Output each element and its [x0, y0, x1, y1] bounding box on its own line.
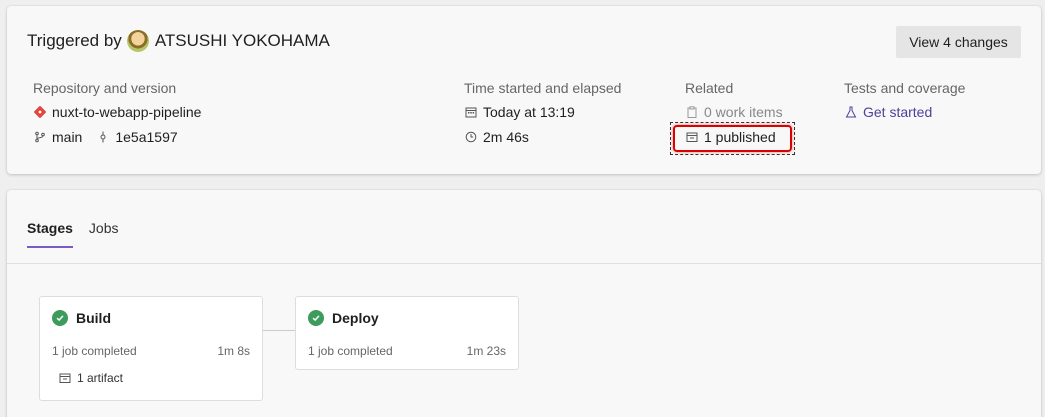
stage-meta: 1 job completed 1m 8s [52, 344, 250, 358]
branch-name[interactable]: main [52, 129, 82, 145]
tab-divider [7, 263, 1041, 264]
repository-label: Repository and version [33, 80, 177, 96]
commit-icon [96, 130, 110, 144]
stage-duration: 1m 23s [466, 344, 506, 358]
stage-name: Build [76, 310, 111, 326]
artifact-icon [58, 371, 72, 385]
get-started-link[interactable]: Get started [844, 103, 965, 121]
stages-card: Stages Jobs Build 1 job completed 1m 8s … [7, 190, 1041, 417]
stage-name: Deploy [332, 310, 379, 326]
repo-name: nuxt-to-webapp-pipeline [52, 104, 202, 120]
flask-icon [844, 105, 858, 119]
stage-header: Build [52, 310, 111, 326]
published-highlight-box [673, 125, 792, 152]
tab-bar: Stages Jobs [27, 220, 135, 248]
artifact-count: 1 artifact [77, 371, 124, 385]
stage-header: Deploy [308, 310, 379, 326]
stage-duration: 1m 8s [217, 344, 250, 358]
git-repo-icon [33, 105, 47, 119]
clock-icon [464, 130, 478, 144]
stage-status: 1 job completed [52, 344, 137, 358]
triggered-by-title: Triggered by ATSUSHI YOKOHAMA [27, 30, 330, 52]
clipboard-icon [685, 105, 699, 119]
started-row: Today at 13:19 [464, 103, 621, 121]
run-summary-card: Triggered by ATSUSHI YOKOHAMA View 4 cha… [7, 6, 1041, 174]
work-items-count: 0 work items [704, 104, 783, 120]
started-time: Today at 13:19 [483, 104, 575, 120]
tests-column: Tests and coverage Get started [844, 80, 965, 121]
repo-link[interactable]: nuxt-to-webapp-pipeline [33, 103, 201, 121]
stage-meta: 1 job completed 1m 23s [308, 344, 506, 358]
elapsed-row: 2m 46s [464, 128, 621, 146]
stage-connector [263, 330, 295, 331]
triggered-by-prefix: Triggered by [27, 31, 122, 50]
related-label: Related [685, 80, 734, 96]
repository-column: Repository and version nuxt-to-webapp-pi… [33, 80, 201, 146]
commit-id[interactable]: 1e5a1597 [115, 129, 177, 145]
time-column: Time started and elapsed Today at 13:19 … [464, 80, 621, 146]
branch-icon [33, 130, 47, 144]
stage-card-deploy[interactable]: Deploy 1 job completed 1m 23s [295, 296, 519, 370]
work-items-link[interactable]: 0 work items [685, 103, 783, 121]
success-check-icon [52, 310, 68, 326]
tab-stages[interactable]: Stages [27, 220, 73, 248]
tests-label: Tests and coverage [844, 80, 966, 96]
tab-jobs[interactable]: Jobs [89, 220, 119, 248]
user-avatar [126, 30, 149, 52]
version-row: main 1e5a1597 [33, 128, 201, 146]
calendar-icon [464, 105, 478, 119]
stage-status: 1 job completed [308, 344, 393, 358]
published-focus-outline [670, 122, 795, 155]
get-started-label: Get started [863, 104, 933, 120]
time-label: Time started and elapsed [464, 80, 622, 96]
stage-artifact-link[interactable]: 1 artifact [58, 371, 123, 385]
user-name: ATSUSHI YOKOHAMA [154, 31, 330, 50]
success-check-icon [308, 310, 324, 326]
stage-card-build[interactable]: Build 1 job completed 1m 8s 1 artifact [39, 296, 263, 401]
elapsed-time: 2m 46s [483, 129, 529, 145]
view-changes-button[interactable]: View 4 changes [896, 26, 1021, 58]
